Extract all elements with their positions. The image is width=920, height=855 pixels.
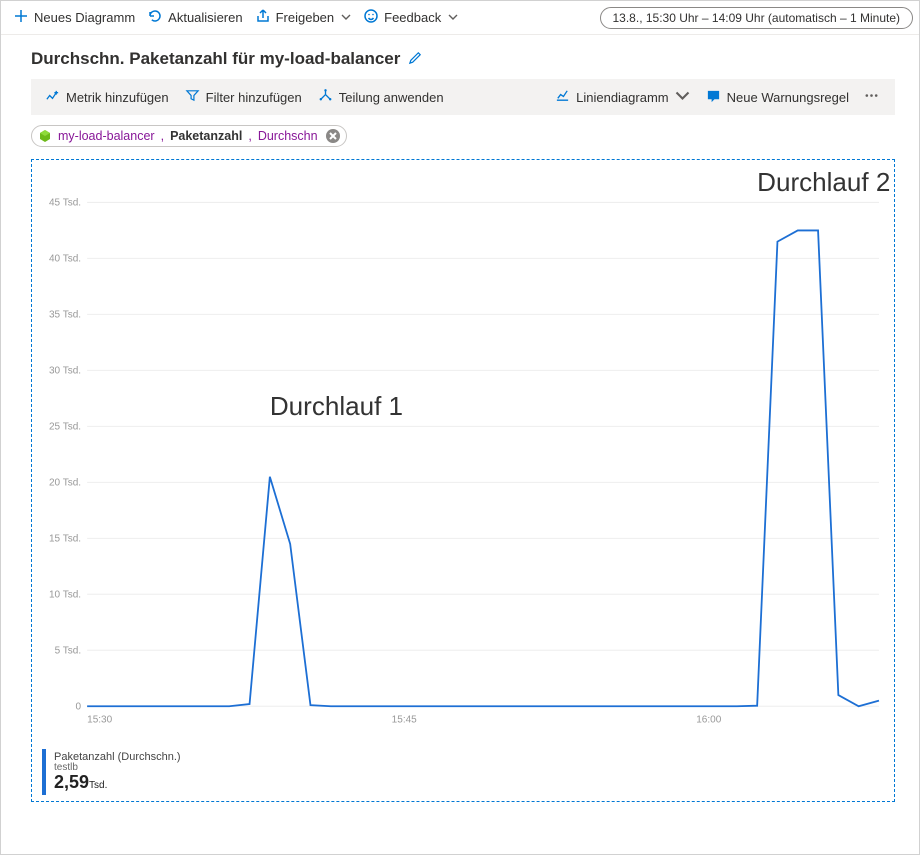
chip-aggregation: Durchschn (258, 129, 318, 143)
apply-splitting-label: Teilung anwenden (339, 90, 444, 105)
feedback-button[interactable]: Feedback (357, 4, 464, 31)
svg-text:35 Tsd.: 35 Tsd. (49, 309, 81, 320)
metric-chip[interactable]: my-load-balancer, Paketanzahl, Durchschn (31, 125, 347, 147)
chevron-down-icon (341, 10, 351, 25)
svg-text:15:45: 15:45 (392, 714, 417, 725)
pencil-icon (408, 53, 423, 68)
chevron-down-icon (675, 88, 690, 106)
svg-text:5 Tsd.: 5 Tsd. (55, 645, 82, 656)
svg-text:16:00: 16:00 (696, 714, 721, 725)
svg-text:45 Tsd.: 45 Tsd. (49, 197, 81, 208)
split-icon (318, 88, 333, 106)
chart-container: 0 5 Tsd. 10 Tsd. 15 Tsd. 20 Tsd. 25 Tsd. 30 Ts… (31, 159, 895, 802)
new-chart-label: Neues Diagramm (34, 10, 135, 25)
command-bar: Neues Diagramm Aktualisieren Freigeben F… (1, 1, 919, 35)
chart-title: Durchschn. Paketanzahl für my-load-balan… (31, 49, 400, 69)
svg-text:15 Tsd.: 15 Tsd. (49, 533, 81, 544)
svg-text:0: 0 (76, 701, 82, 712)
apply-splitting-button[interactable]: Teilung anwenden (310, 84, 452, 110)
smiley-icon (363, 8, 379, 27)
refresh-label: Aktualisieren (168, 10, 242, 25)
add-metric-label: Metrik hinzufügen (66, 90, 169, 105)
close-icon (329, 129, 337, 143)
svg-text:30 Tsd.: 30 Tsd. (49, 365, 81, 376)
chip-remove-button[interactable] (326, 129, 340, 143)
svg-text:15:30: 15:30 (87, 714, 112, 725)
legend-unit: Tsd. (89, 780, 107, 791)
time-range-picker[interactable]: 13.8., 15:30 Uhr – 14:09 Uhr (automatisc… (600, 7, 914, 29)
edit-title-button[interactable] (408, 50, 423, 68)
more-icon (864, 88, 879, 106)
more-menu-button[interactable] (857, 84, 885, 110)
new-alert-label: Neue Warnungsregel (727, 90, 849, 105)
alert-icon (706, 88, 721, 106)
svg-text:20 Tsd.: 20 Tsd. (49, 477, 81, 488)
feedback-label: Feedback (384, 10, 441, 25)
plus-icon (13, 8, 29, 27)
line-chart-icon (555, 88, 570, 106)
chart-type-dropdown[interactable]: Liniendiagramm (547, 84, 698, 110)
share-label: Freigeben (276, 10, 335, 25)
refresh-button[interactable]: Aktualisieren (141, 4, 248, 31)
svg-text:Durchlauf 1: Durchlauf 1 (270, 391, 403, 421)
add-metric-icon (45, 88, 60, 106)
metric-chip-row: my-load-balancer, Paketanzahl, Durchschn (1, 115, 919, 153)
chip-metric: Paketanzahl (170, 129, 242, 143)
share-icon (255, 8, 271, 27)
new-alert-rule-button[interactable]: Neue Warnungsregel (698, 84, 857, 110)
chart-title-row: Durchschn. Paketanzahl für my-load-balan… (1, 35, 919, 79)
add-filter-button[interactable]: Filter hinzufügen (177, 84, 310, 110)
chevron-down-icon (448, 10, 458, 25)
svg-text:25 Tsd.: 25 Tsd. (49, 421, 81, 432)
svg-text:40 Tsd.: 40 Tsd. (49, 253, 81, 264)
add-filter-label: Filter hinzufügen (206, 90, 302, 105)
svg-text:10 Tsd.: 10 Tsd. (49, 589, 81, 600)
filter-icon (185, 88, 200, 106)
refresh-icon (147, 8, 163, 27)
line-chart[interactable]: 0 5 Tsd. 10 Tsd. 15 Tsd. 20 Tsd. 25 Tsd. 30 Ts… (32, 160, 894, 801)
chart-type-label: Liniendiagramm (576, 90, 669, 105)
time-range-label: 13.8., 15:30 Uhr – 14:09 Uhr (automatisc… (613, 11, 901, 25)
chart-toolbar: Metrik hinzufügen Filter hinzufügen Teil… (31, 79, 895, 115)
new-chart-button[interactable]: Neues Diagramm (7, 4, 141, 31)
chip-resource: my-load-balancer (58, 129, 155, 143)
resource-icon (38, 129, 52, 143)
svg-text:Durchlauf 2: Durchlauf 2 (757, 167, 890, 197)
share-button[interactable]: Freigeben (249, 4, 358, 31)
chart-legend[interactable]: Paketanzahl (Durchschn.) testlb 2,59Tsd. (42, 749, 181, 795)
legend-value: 2,59 (54, 772, 89, 792)
add-metric-button[interactable]: Metrik hinzufügen (37, 84, 177, 110)
